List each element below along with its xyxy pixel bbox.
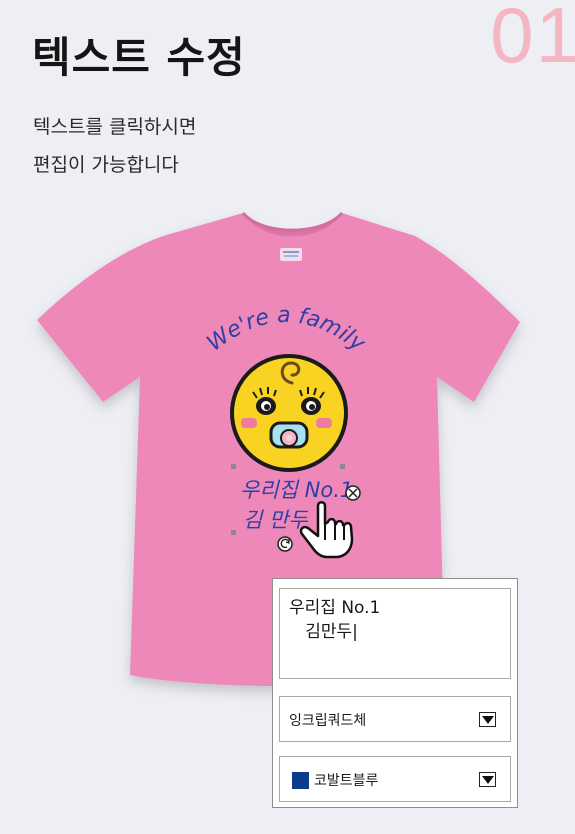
print-text-line-2[interactable]: 김 만두 (243, 508, 308, 532)
font-select[interactable]: 잉크립쿼드체 (279, 696, 511, 742)
dropdown-caret-icon[interactable] (479, 712, 496, 727)
delete-icon[interactable] (345, 485, 361, 501)
dropdown-caret-icon[interactable] (479, 772, 496, 787)
color-swatch (292, 772, 309, 789)
baby-face-graphic (230, 354, 348, 472)
color-select-value: 코발트블루 (314, 773, 379, 789)
color-select[interactable]: 코발트블루 (279, 756, 511, 802)
neck-label (280, 248, 302, 261)
text-edit-field[interactable]: 우리집 No.1 김만두| (279, 588, 511, 679)
text-editor-panel: 우리집 No.1 김만두| 잉크립쿼드체 코발트블루 (272, 578, 518, 808)
rotate-icon[interactable] (277, 536, 293, 552)
font-select-value: 잉크립쿼드체 (289, 713, 367, 729)
print-text-line-1[interactable]: 우리집 No.1 (240, 478, 353, 502)
